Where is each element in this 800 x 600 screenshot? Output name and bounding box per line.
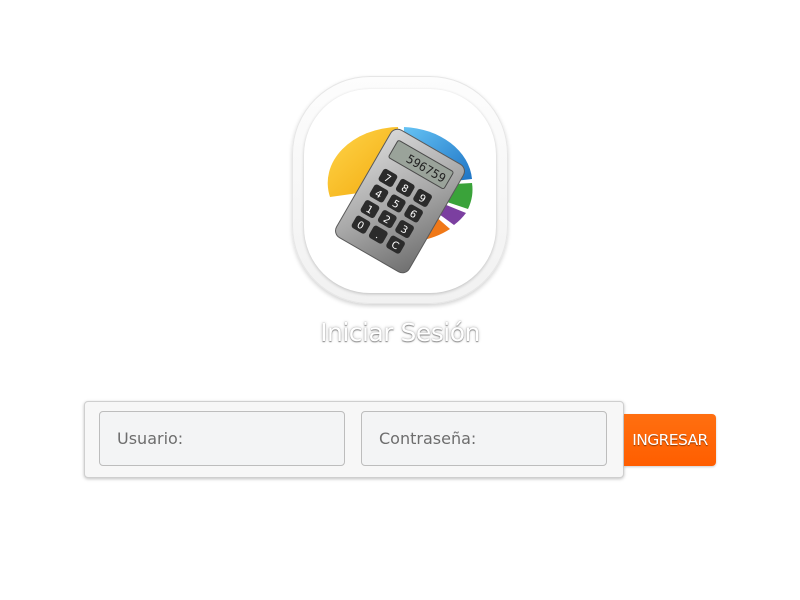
username-field-wrapper (99, 411, 345, 466)
username-field[interactable] (100, 412, 344, 465)
page-title: Iniciar Sesión (320, 318, 480, 347)
login-submit-button[interactable]: INGRESAR (624, 414, 716, 466)
app-logo: 596759 7894561230.C (304, 89, 496, 293)
password-field[interactable] (362, 412, 606, 465)
app-logo-frame: 596759 7894561230.C (292, 76, 508, 304)
login-page: 596759 7894561230.C Iniciar Sesión INGRE… (0, 0, 800, 600)
password-field-wrapper (361, 411, 607, 466)
login-form (84, 401, 624, 478)
calculator-pie-chart-icon: 596759 7894561230.C (327, 127, 473, 274)
